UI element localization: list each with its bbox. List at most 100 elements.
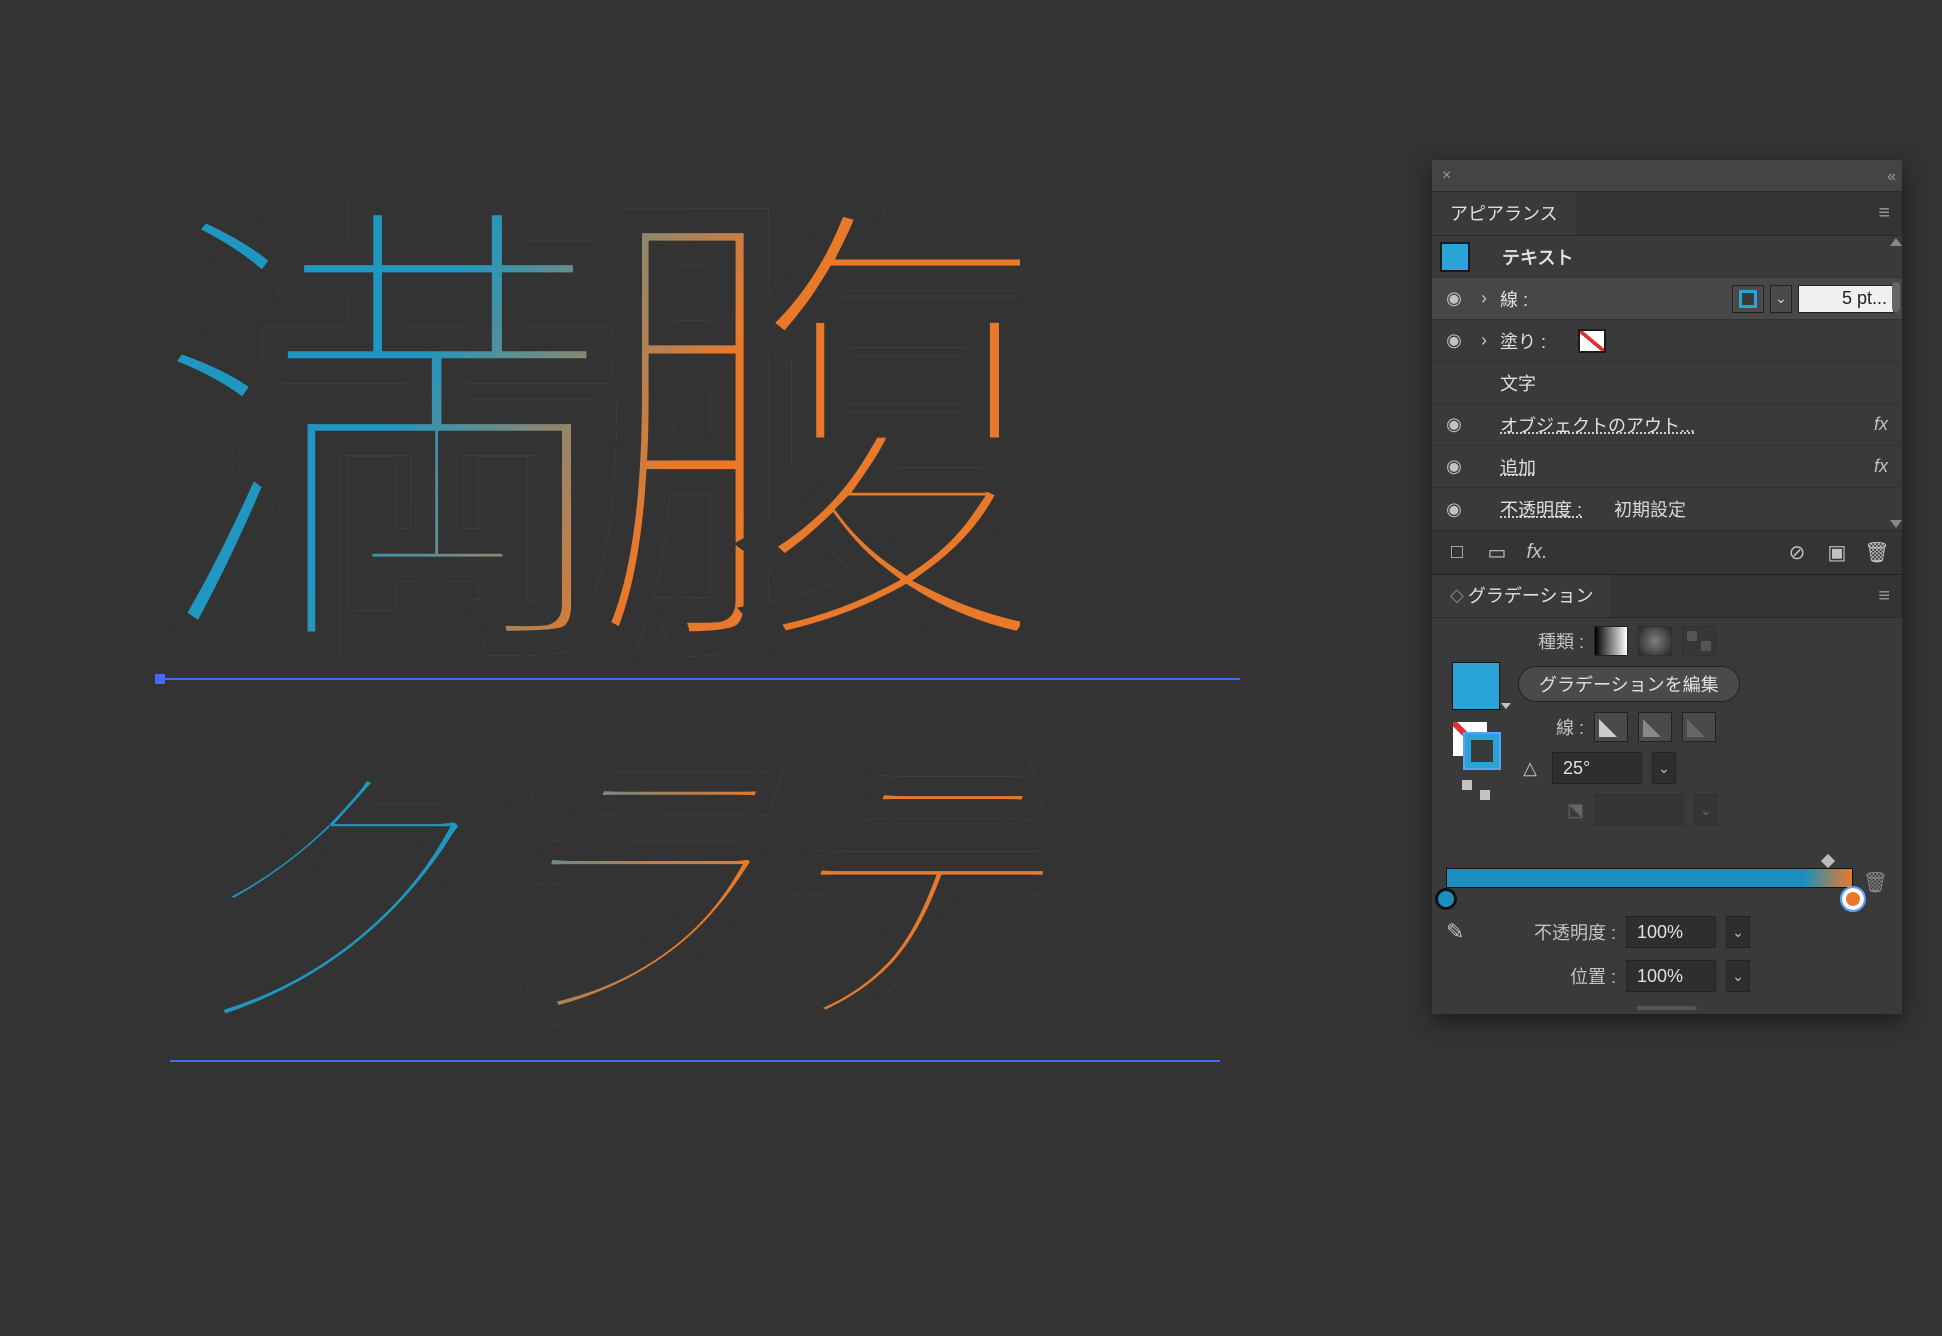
gradient-aspect-row: ⬔ ⌄ [1518,794,1888,826]
appearance-panel-body: テキスト ◉ › 線 : ⌄ 5 pt... ◉ › 塗り : [1432,236,1902,574]
gradient-aspect-field [1594,794,1684,826]
appearance-characters-row[interactable]: 文字 [1432,362,1902,404]
appearance-toolbar: □ ▭ fx. ⊘ ▣ 🗑 [1432,530,1902,574]
visibility-toggle-stroke[interactable]: ◉ [1440,285,1468,313]
gradient-preview-swatch[interactable] [1452,662,1500,710]
gradient-type-radial-button[interactable] [1638,626,1672,656]
target-label: テキスト [1502,244,1894,270]
panel-close-icon[interactable]: × [1442,167,1451,185]
gradient-slider-row: 🗑 [1432,840,1902,910]
appearance-opacity-row[interactable]: ◉ 不透明度 : 初期設定 [1432,488,1902,530]
appearance-effect-outline-row[interactable]: ◉ オブジェクトのアウト... fx [1432,404,1902,446]
stop-position-label: 位置 : [1496,963,1616,989]
opacity-value: 初期設定 [1614,496,1686,522]
gradient-panel-menu-icon[interactable]: ≡ [1866,585,1902,608]
visibility-toggle-opacity[interactable]: ◉ [1440,495,1468,523]
delete-item-button[interactable]: 🗑 [1862,538,1892,568]
new-stroke-button[interactable]: □ [1442,538,1472,568]
stroke-gradient-along-button[interactable] [1638,712,1672,742]
reverse-gradient-icon[interactable] [1462,780,1490,800]
stroke-gradient-within-button[interactable] [1594,712,1628,742]
add-effect-button[interactable]: fx. [1522,538,1552,568]
gradient-type-linear-button[interactable] [1594,626,1628,656]
panel-group-header[interactable]: × « [1432,160,1902,192]
opacity-label: 不透明度 : [1500,496,1582,522]
gradient-slider[interactable] [1446,858,1853,906]
gradient-midpoint-handle[interactable] [1821,854,1835,868]
gradient-top-row: 種類 : グラデーションを編集 線 : △ [1432,618,1902,840]
visibility-toggle-effect-outline[interactable]: ◉ [1440,411,1468,439]
visibility-toggle-effect-add[interactable]: ◉ [1440,453,1468,481]
duplicate-item-button[interactable]: ▣ [1822,538,1852,568]
edit-gradient-button-label: グラデーションを編集 [1539,671,1719,697]
gradient-panel-body: 種類 : グラデーションを編集 線 : △ [1432,618,1902,1014]
fill-color-swatch-none[interactable] [1578,329,1606,353]
stop-opacity-field[interactable]: 100% [1626,916,1716,948]
appearance-tab-bar: アピアランス ≡ [1432,192,1902,236]
canvas-text-line-2-span: グラデ [154,750,1056,1050]
gradient-stop-end[interactable] [1842,888,1864,910]
eyedropper-icon[interactable]: ✎ [1446,919,1486,945]
canvas-text-line-2[interactable]: グラデ [154,750,1056,1050]
aspect-icon: ⬔ [1518,800,1584,821]
gradient-right-column: 種類 : グラデーションを編集 線 : △ [1518,626,1888,836]
stop-opacity-dropdown[interactable]: ⌄ [1726,916,1750,948]
delete-stop-button[interactable]: 🗑 [1863,870,1888,895]
stroke-color-dropdown[interactable]: ⌄ [1770,285,1792,313]
clear-appearance-button[interactable]: ⊘ [1782,538,1812,568]
gradient-stroke-align-row: 線 : [1518,712,1888,742]
canvas-text-line-1[interactable]: 満腹 [140,200,1020,680]
gradient-type-row: 種類 : [1518,626,1888,656]
scrollbar-thumb[interactable] [1892,282,1900,312]
stroke-disclosure-icon[interactable]: › [1474,289,1494,309]
effect-add-label: 追加 [1500,454,1868,480]
scroll-up-icon[interactable] [1890,238,1902,246]
canvas-text-line-1-span: 満腹 [140,200,1020,680]
stop-position-dropdown[interactable]: ⌄ [1726,960,1750,992]
panel-stack: × « アピアランス ≡ テキスト ◉ › 線 : ⌄ 5 [1432,160,1902,1014]
baseline-guide-2 [170,1060,1220,1062]
appearance-tab[interactable]: アピアランス [1432,192,1576,235]
fill-stroke-toggle[interactable] [1453,722,1499,768]
gradient-angle-value: 25° [1563,758,1590,779]
gradient-angle-dropdown[interactable]: ⌄ [1652,752,1676,784]
stop-position-field[interactable]: 100% [1626,960,1716,992]
gradient-tab-toggle-icon: ◇ [1450,585,1464,606]
new-fill-button[interactable]: ▭ [1482,538,1512,568]
appearance-effect-add-row[interactable]: ◉ 追加 fx [1432,446,1902,488]
stroke-proxy-icon[interactable] [1465,734,1499,768]
baseline-handle[interactable] [155,674,165,684]
stroke-weight-value: 5 pt... [1842,288,1887,309]
gradient-stop-start[interactable] [1435,888,1457,910]
gradient-angle-row: △ 25° ⌄ [1518,752,1888,784]
appearance-panel-menu-icon[interactable]: ≡ [1866,202,1902,225]
gradient-stop-opacity-row: ✎ 不透明度 : 100% ⌄ [1432,910,1902,954]
appearance-stroke-row[interactable]: ◉ › 線 : ⌄ 5 pt... [1432,278,1902,320]
panel-collapse-icon[interactable]: « [1887,168,1896,186]
fill-label: 塗り : [1500,328,1546,354]
characters-label: 文字 [1500,370,1894,396]
gradient-angle-field[interactable]: 25° [1552,752,1642,784]
scroll-down-icon[interactable] [1890,520,1902,528]
stroke-label: 線 : [1500,286,1528,312]
edit-gradient-button[interactable]: グラデーションを編集 [1518,666,1740,702]
appearance-tab-label: アピアランス [1450,200,1558,226]
gradient-type-label: 種類 : [1518,628,1584,654]
stop-opacity-label: 不透明度 : [1496,919,1616,945]
visibility-toggle-fill[interactable]: ◉ [1440,327,1468,355]
gradient-preview-caret-icon[interactable] [1501,703,1511,709]
stroke-gradient-across-button[interactable] [1682,712,1716,742]
effect-outline-label: オブジェクトのアウト... [1500,412,1868,438]
gradient-stop-position-row: 位置 : 100% ⌄ [1432,954,1902,998]
stroke-weight-field[interactable]: 5 pt... [1798,285,1894,313]
appearance-target-row[interactable]: テキスト [1432,236,1902,278]
fx-indicator-outline: fx [1874,414,1894,435]
appearance-fill-row[interactable]: ◉ › 塗り : [1432,320,1902,362]
gradient-aspect-dropdown: ⌄ [1694,794,1718,826]
gradient-edit-row: グラデーションを編集 [1518,666,1888,702]
fill-disclosure-icon[interactable]: › [1474,331,1494,351]
gradient-bar[interactable] [1446,868,1853,888]
gradient-tab[interactable]: ◇ グラデーション [1432,575,1611,617]
stroke-color-swatch[interactable] [1732,285,1764,313]
gradient-type-freeform-button[interactable] [1682,626,1716,656]
